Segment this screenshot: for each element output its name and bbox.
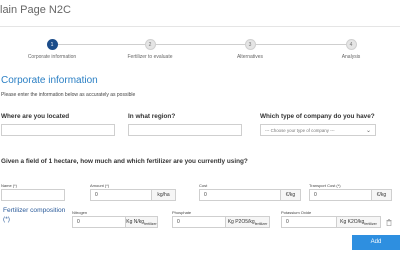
- section-title: Corporate information: [1, 75, 98, 86]
- step-label: Alternatives: [236, 54, 264, 60]
- step-number: 3: [244, 39, 256, 50]
- composition-label-text: Fertilizer composition: [3, 207, 66, 214]
- composition-required-mark: (*): [3, 216, 10, 223]
- transport-cost-label: Transport Cost (*): [309, 183, 341, 188]
- step-number: 4: [345, 39, 357, 50]
- nitrogen-label: Nitrogen: [72, 210, 88, 215]
- phosphate-unit: Kg P2O5/kgfertilizer: [226, 216, 270, 228]
- page-title: lain Page N2C: [0, 4, 71, 16]
- amount-input[interactable]: 0: [90, 189, 152, 201]
- nitrogen-unit: Kg N/kgfertilizer: [126, 216, 158, 228]
- company-type-label: Which type of company do you have?: [260, 113, 375, 120]
- step-number: 2: [144, 39, 156, 50]
- phosphate-label: Phosphate: [172, 210, 192, 215]
- region-label: In what region?: [128, 113, 176, 120]
- section-subtitle: Please enter the information below as ac…: [1, 92, 136, 98]
- company-type-select[interactable]: --- Choose your type of company --- ⌄: [260, 124, 376, 136]
- location-input[interactable]: [1, 124, 115, 136]
- header-divider: [0, 26, 400, 27]
- location-label: Where are you located: [1, 113, 70, 120]
- potassium-oxide-label: Potassium Oxide: [281, 210, 312, 215]
- step-alternatives[interactable]: 3 Alternatives: [210, 39, 290, 60]
- fertilizer-question: Given a field of 1 hectare, how much and…: [1, 158, 248, 165]
- fertilizer-composition-label: Fertilizer composition (*): [3, 206, 65, 224]
- step-label: Analysis: [341, 54, 361, 60]
- company-type-placeholder: --- Choose your type of company ---: [265, 128, 335, 133]
- cost-input[interactable]: 0: [199, 189, 281, 201]
- amount-label: Amount (*): [90, 183, 110, 188]
- phosphate-input[interactable]: 0: [172, 216, 226, 228]
- stepper-line: [52, 44, 352, 45]
- step-analysis[interactable]: 4 Analysis: [311, 39, 391, 60]
- name-label: Name (*): [1, 183, 18, 188]
- transport-cost-unit: €/kg: [372, 189, 392, 201]
- cost-unit: €/kg: [281, 189, 301, 201]
- progress-stepper: 1 Corporate information 2 Fertilizer to …: [0, 36, 400, 64]
- amount-unit: kg/ha: [152, 189, 176, 201]
- potassium-oxide-unit: Kg K2O/kgfertilizer: [337, 216, 381, 228]
- potassium-oxide-input[interactable]: 0: [281, 216, 337, 228]
- chevron-down-icon: ⌄: [365, 128, 371, 134]
- fertilizer-name-input[interactable]: [1, 189, 65, 201]
- step-label: Fertilizer to evaluate: [127, 54, 173, 60]
- transport-cost-input[interactable]: 0: [309, 189, 372, 201]
- step-fertilizer-to-evaluate[interactable]: 2 Fertilizer to evaluate: [110, 39, 190, 60]
- step-label: Corporate information: [27, 54, 77, 60]
- region-input[interactable]: [128, 124, 242, 136]
- add-button[interactable]: Add: [352, 235, 400, 250]
- step-corporate-information[interactable]: 1 Corporate information: [12, 39, 92, 60]
- step-number: 1: [46, 39, 58, 50]
- trash-icon[interactable]: [386, 219, 392, 226]
- nitrogen-input[interactable]: 0: [72, 216, 126, 228]
- cost-label: Cost: [199, 183, 208, 188]
